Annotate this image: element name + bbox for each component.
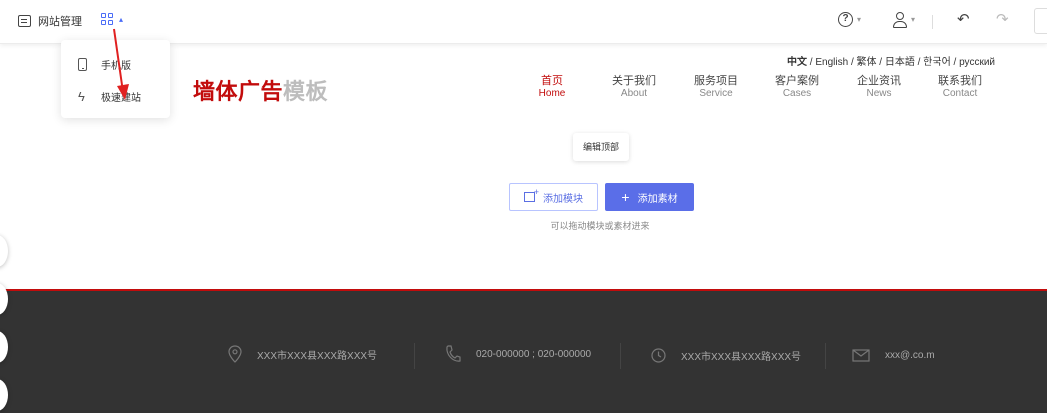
help-icon: ?	[838, 12, 853, 27]
site-footer: XXX市XXX县XXX路XXX号 020-000000 ; 020-000000…	[0, 289, 1047, 413]
add-module-button[interactable]: 添加模块	[509, 183, 598, 211]
nav-label-zh: 关于我们	[612, 75, 656, 87]
nav-label-en: Cases	[782, 88, 812, 99]
footer-hours: XXX市XXX县XXX路XXX号	[651, 348, 801, 363]
lang-options[interactable]: / English / 繁体 / 日本語 / 한국어 / русский	[807, 57, 995, 68]
nav-item-about[interactable]: 关于我们 About	[604, 75, 664, 100]
drag-hint-text: 可以拖动模块或素材进来	[550, 221, 650, 231]
nav-item-service[interactable]: 服务项目 Service	[686, 75, 746, 100]
chevron-up-icon: ▴	[119, 14, 124, 24]
undo-icon: ↶	[957, 11, 970, 28]
annotation-arrow	[113, 28, 129, 100]
nav-item-news[interactable]: 企业资讯 News	[849, 75, 909, 100]
nav-item-contact[interactable]: 联系我们 Contact	[930, 75, 990, 100]
chevron-down-icon: ▾	[857, 15, 862, 24]
site-logo[interactable]: 墙体广告模板	[193, 74, 328, 106]
nav-label-zh: 首页	[541, 75, 563, 87]
location-pin-icon	[228, 345, 242, 363]
add-module-icon	[524, 187, 539, 202]
footer-phone: 020-000000 ; 020-000000	[445, 345, 591, 363]
chevron-down-icon: ▾	[911, 15, 916, 24]
site-manage-button[interactable]: 网站管理	[18, 13, 82, 29]
redo-button[interactable]: ↷	[996, 10, 1009, 28]
editor-toolbar: 网站管理 ▴ ? ▾ ▾ ↶ ↷	[0, 0, 1047, 44]
plus-icon: +	[621, 189, 630, 205]
user-icon	[893, 12, 907, 28]
site-manage-label: 网站管理	[38, 16, 82, 28]
footer-phone-text: 020-000000 ; 020-000000	[476, 348, 592, 360]
toolbar-action-button-partial[interactable]	[1034, 8, 1047, 34]
logo-text-red: 墙体广告	[193, 79, 284, 104]
nav-item-home[interactable]: 首页 Home	[522, 75, 582, 100]
language-switcher[interactable]: 中文 / English / 繁体 / 日本語 / 한국어 / русский	[787, 53, 995, 68]
footer-address-text: XXX市XXX县XXX路XXX号	[257, 350, 378, 362]
toolbar-divider	[932, 15, 933, 29]
nav-label-zh: 服务项目	[694, 75, 738, 87]
footer-email-text: xxx@.co.m	[885, 350, 935, 361]
footer-address: XXX市XXX县XXX路XXX号	[228, 345, 377, 363]
nav-label-en: Service	[699, 88, 733, 99]
logo-text-gray: 模板	[283, 79, 329, 104]
website-icon	[18, 15, 31, 27]
footer-divider	[620, 343, 621, 369]
mail-icon	[852, 349, 870, 362]
add-material-label: 添加素材	[637, 193, 678, 205]
nav-label-en: Home	[538, 88, 566, 99]
side-tool-button[interactable]	[0, 235, 8, 267]
clock-icon	[651, 348, 666, 363]
edit-header-button[interactable]: 编辑顶部	[573, 133, 629, 161]
lightning-icon: ϟ	[78, 89, 85, 104]
user-menu-button[interactable]: ▾	[893, 12, 916, 28]
lang-current[interactable]: 中文	[787, 57, 807, 68]
help-button[interactable]: ? ▾	[838, 12, 861, 27]
nav-label-zh: 联系我们	[938, 75, 982, 87]
nav-label-en: News	[866, 88, 892, 99]
redo-icon: ↷	[996, 11, 1009, 28]
nav-label-en: About	[620, 88, 648, 99]
undo-button[interactable]: ↶	[957, 10, 970, 28]
footer-email: xxx@.co.m	[852, 349, 935, 362]
add-material-button[interactable]: + 添加素材	[605, 183, 694, 211]
footer-divider	[414, 343, 415, 369]
footer-address2-text: XXX市XXX县XXX路XXX号	[681, 352, 802, 363]
add-module-label: 添加模块	[543, 193, 583, 205]
phone-icon	[78, 58, 87, 71]
nav-label-zh: 客户案例	[775, 75, 819, 87]
nav-item-cases[interactable]: 客户案例 Cases	[767, 75, 827, 100]
nav-label-zh: 企业资讯	[857, 75, 901, 87]
footer-divider	[825, 343, 826, 369]
phone-icon	[446, 345, 461, 362]
nav-label-en: Contact	[942, 88, 978, 99]
